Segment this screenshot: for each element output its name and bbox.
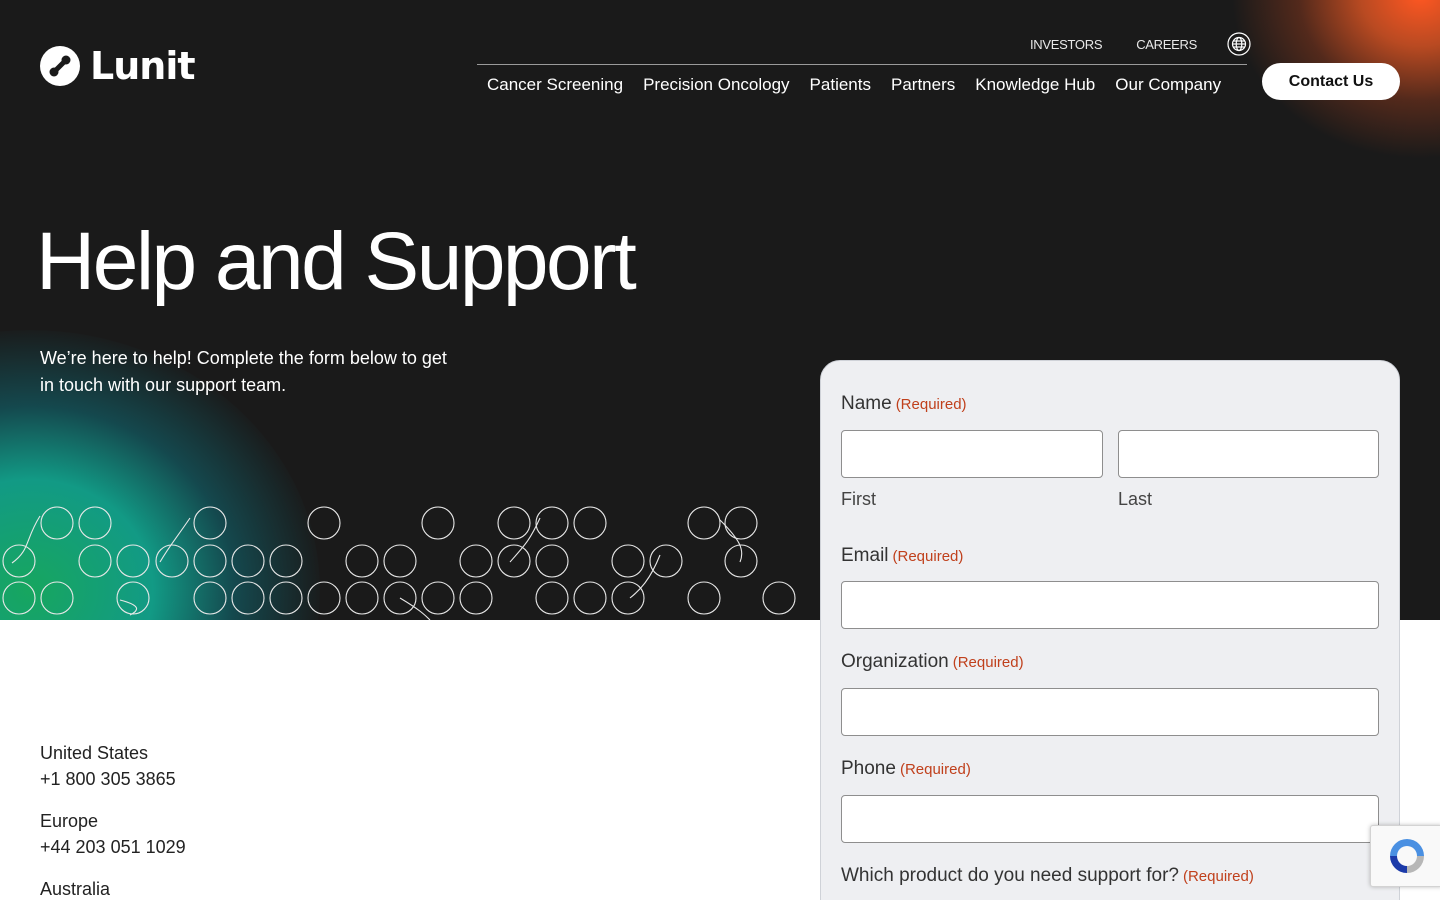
phone-number[interactable]: +1 800 305 3865 [40,766,186,793]
pattern-circle [535,506,569,540]
phone-number[interactable]: +44 203 051 1029 [40,834,186,861]
page-title: Help and Support [36,216,637,307]
pattern-circle [40,581,74,615]
lunit-logo[interactable]: Lunit [40,44,196,88]
pattern-circle [724,506,758,540]
nav-our-company[interactable]: Our Company [1105,74,1231,96]
pattern-circle [497,544,531,578]
pattern-circle [611,581,645,615]
nav-precision-oncology[interactable]: Precision Oncology [633,74,799,96]
contact-us-button[interactable]: Contact Us [1262,63,1400,100]
nav-patients[interactable]: Patients [800,74,881,96]
support-form: Name (Required) First Last Email (Required… [820,360,1400,900]
region-name: Europe [40,811,99,831]
page-intro: We’re here to help! Complete the form be… [40,348,447,395]
nav-knowledge-hub[interactable]: Knowledge Hub [965,74,1105,96]
pattern-circle [573,581,607,615]
pattern-circle [307,506,341,540]
last-name-input[interactable] [1118,430,1379,478]
pattern-circle [649,544,683,578]
pattern-circle [459,544,493,578]
last-sublabel: Last [1118,489,1153,509]
pattern-circle [231,581,265,615]
recaptcha-badge[interactable] [1370,825,1440,887]
pattern-circle [687,581,721,615]
investors-link[interactable]: INVESTORS [1030,37,1103,52]
pattern-circle [497,506,531,540]
logo-text: Lunit [90,44,196,88]
name-label: Name (Required) [841,393,967,414]
pattern-circle [383,544,417,578]
circle-pattern-decoration [2,506,796,620]
required-indicator: (Required) [892,548,964,565]
pattern-circle [193,506,227,540]
pattern-circle [116,544,150,578]
pattern-circle [269,544,303,578]
phone-field[interactable] [841,795,1379,843]
phone-label: Phone (Required) [841,758,971,779]
pattern-circle [78,506,112,540]
pattern-circle [269,581,303,615]
utility-nav: INVESTORS CAREERS [1030,32,1251,56]
pattern-circle [459,581,493,615]
recaptcha-icon [1389,839,1424,873]
required-indicator: (Required) [899,761,971,778]
nav-divider [477,64,1247,65]
pattern-circle [535,581,569,615]
pattern-circle [307,581,341,615]
first-sublabel: First [841,489,876,509]
pattern-circle [116,581,150,615]
pattern-circle [345,581,379,615]
pattern-circle [421,506,455,540]
email-label: Email (Required) [841,545,964,566]
nav-cancer-screening[interactable]: Cancer Screening [477,74,633,96]
pattern-circle [2,581,36,615]
region-name: United States [40,743,149,763]
globe-icon[interactable] [1227,32,1251,56]
region-name: Australia [40,879,111,899]
contact-list: United States +1 800 305 3865 Europe +44… [40,740,186,900]
required-indicator: (Required) [1182,868,1254,885]
pattern-circle [193,581,227,615]
first-name-input[interactable] [841,430,1103,478]
required-indicator: (Required) [952,654,1024,671]
pattern-circle [421,581,455,615]
organization-label: Organization (Required) [841,651,1024,672]
product-label: Which product do you need support for? (R… [841,865,1254,886]
pattern-circle [231,544,265,578]
main-nav: Cancer Screening Precision Oncology Pati… [477,74,1231,96]
organization-field[interactable] [841,688,1379,736]
pattern-circle [78,544,112,578]
pattern-circle [193,544,227,578]
pattern-circle [762,581,796,615]
careers-link[interactable]: CAREERS [1136,37,1197,52]
required-indicator: (Required) [895,396,967,413]
email-field[interactable] [841,581,1379,629]
pattern-circle [2,544,36,578]
pattern-circle [687,506,721,540]
pattern-circle [345,544,379,578]
pattern-circle [573,506,607,540]
pattern-circle [535,544,569,578]
pattern-circle [40,506,74,540]
lunit-logo-mark-icon [40,46,80,86]
pattern-circle [611,544,645,578]
nav-partners[interactable]: Partners [881,74,965,96]
